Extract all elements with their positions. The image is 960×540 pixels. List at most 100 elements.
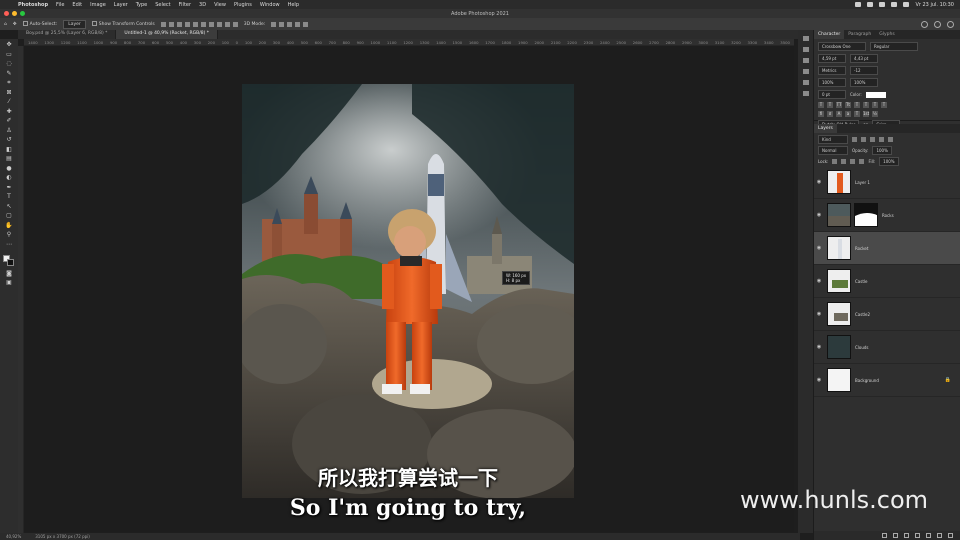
type-tool-icon[interactable]: T	[5, 194, 13, 200]
status-icon-2[interactable]	[867, 2, 874, 7]
font-style-select[interactable]: Regular	[870, 42, 918, 51]
layer-row-rocket[interactable]: ◉ Rocket	[814, 232, 960, 265]
status-icon-3[interactable]	[879, 2, 886, 7]
layer-row-background[interactable]: ◉ Background 🔒	[814, 364, 960, 397]
baseline-shift-field[interactable]: 0 pt	[818, 90, 846, 99]
menu-select[interactable]: Select	[151, 2, 174, 8]
lasso-tool-icon[interactable]: ◌	[5, 61, 13, 67]
new-group-icon[interactable]	[926, 533, 931, 538]
all-caps-button[interactable]: TT	[836, 102, 842, 108]
new-layer-icon[interactable]	[937, 533, 942, 538]
font-family-select[interactable]: Crossbow One	[818, 42, 866, 51]
lock-position-icon[interactable]	[841, 159, 847, 164]
menu-plugins[interactable]: Plugins	[230, 2, 256, 8]
blend-mode-select[interactable]: Normal	[818, 146, 848, 155]
superscript-button[interactable]: T	[854, 102, 860, 108]
subscript-button[interactable]: T	[863, 102, 869, 108]
properties-panel-icon[interactable]	[802, 47, 809, 52]
link-layers-icon[interactable]	[882, 533, 887, 538]
clone-stamp-icon[interactable]: ♙	[5, 127, 13, 134]
opacity-field[interactable]: 100%	[872, 146, 892, 155]
underline-button[interactable]: T	[872, 102, 878, 108]
visibility-eye-icon[interactable]: ◉	[814, 179, 824, 185]
menu-file[interactable]: File	[52, 2, 68, 8]
healing-brush-icon[interactable]: ✚	[5, 108, 13, 115]
document-size[interactable]: 3105 px x 3700 px (72 ppi)	[35, 534, 90, 539]
more-tools-icon[interactable]: ⋯	[5, 241, 13, 248]
layer-name[interactable]: Clouds	[855, 345, 869, 350]
home-icon[interactable]: ⌂	[4, 22, 7, 27]
ordinals-button[interactable]: 1st	[863, 111, 869, 117]
workspace-icon[interactable]	[934, 20, 941, 28]
layer-name[interactable]: Layer 1	[855, 180, 870, 185]
layer-name[interactable]: Background	[855, 378, 879, 383]
gradient-tool-icon[interactable]: ▤	[5, 156, 13, 162]
font-size-field[interactable]: 4,59 pt	[818, 54, 846, 63]
visibility-eye-icon[interactable]: ◉	[814, 278, 824, 284]
visibility-eye-icon[interactable]: ◉	[814, 377, 824, 383]
frame-tool-icon[interactable]: ⊠	[5, 89, 13, 96]
wifi-icon[interactable]	[891, 2, 898, 7]
document-canvas[interactable]	[242, 84, 574, 498]
layer-name[interactable]: Castle2	[855, 312, 870, 317]
background-color[interactable]	[7, 259, 14, 266]
tab-paragraph[interactable]: Paragraph	[844, 30, 875, 39]
fill-field[interactable]: 100%	[879, 157, 899, 166]
layer-row-rocks[interactable]: ◉ Rocks	[814, 199, 960, 232]
layer-mask-thumbnail[interactable]	[854, 203, 878, 227]
lock-pixels-icon[interactable]	[832, 159, 838, 164]
vertical-scale-field[interactable]: 100%	[818, 78, 846, 87]
menu-filter[interactable]: Filter	[175, 2, 195, 8]
delete-layer-icon[interactable]	[948, 533, 953, 538]
filter-pixel-icon[interactable]	[852, 137, 857, 142]
stylistic-button[interactable]: a	[845, 111, 851, 117]
menu-help[interactable]: Help	[284, 2, 303, 8]
faux-bold-button[interactable]: T	[818, 102, 824, 108]
menu-image[interactable]: Image	[86, 2, 110, 8]
history-panel-icon[interactable]	[802, 36, 809, 41]
text-panel-icon[interactable]	[802, 91, 809, 96]
layer-name[interactable]: Rocket	[855, 246, 868, 251]
menu-layer[interactable]: Layer	[110, 2, 132, 8]
small-caps-button[interactable]: Tt	[845, 102, 851, 108]
tab-character[interactable]: Character	[814, 30, 845, 39]
filter-type-icon[interactable]	[870, 137, 875, 142]
crop-tool-icon[interactable]: ⌗	[5, 80, 13, 86]
tab-untitled-1[interactable]: Untitled-1 @ 40,9% (Rocket, RGB/8) *	[116, 30, 219, 39]
leading-field[interactable]: 4,43 pt	[850, 54, 878, 63]
oldstyle-button[interactable]: σ	[827, 111, 833, 117]
menu-type[interactable]: Type	[132, 2, 151, 8]
auto-select-target-dropdown[interactable]: Layer	[63, 19, 86, 29]
strikethrough-button[interactable]: T	[881, 102, 887, 108]
layer-filter-select[interactable]: Kind	[818, 135, 848, 144]
quick-mask-icon[interactable]: ◙	[5, 270, 13, 277]
zoom-tool-icon[interactable]: ⚲	[5, 232, 13, 238]
visibility-eye-icon[interactable]: ◉	[814, 344, 824, 350]
share-icon[interactable]	[947, 20, 954, 28]
quick-select-tool-icon[interactable]: ✎	[5, 70, 13, 77]
brush-tool-icon[interactable]: ✐	[5, 118, 13, 124]
search-icon[interactable]	[903, 2, 910, 7]
3d-mode-icons[interactable]	[271, 21, 309, 27]
lock-artboard-icon[interactable]	[850, 159, 856, 164]
adjustment-layer-icon[interactable]	[915, 533, 920, 538]
layer-name[interactable]: Rocks	[882, 213, 894, 218]
tracking-field[interactable]: -12	[850, 66, 878, 75]
adjustments-panel-icon[interactable]	[802, 58, 809, 63]
layer-row-clouds[interactable]: ◉ Clouds	[814, 331, 960, 364]
menu-view[interactable]: View	[210, 2, 230, 8]
show-transform-checkbox[interactable]: Show Transform Controls	[91, 21, 155, 27]
color-swatches[interactable]	[3, 255, 15, 267]
fractions-button[interactable]: ½	[872, 111, 878, 117]
align-icons[interactable]	[160, 21, 238, 27]
libraries-panel-icon[interactable]	[802, 80, 809, 85]
layer-name[interactable]: Castle	[855, 279, 867, 284]
kerning-field[interactable]: Metrics	[818, 66, 846, 75]
blur-tool-icon[interactable]: ●	[5, 165, 13, 172]
menubar-clock[interactable]: Vr 23 jul. 10:30	[915, 2, 954, 8]
menu-app-photoshop[interactable]: Photoshop	[14, 2, 52, 8]
add-mask-icon[interactable]	[904, 533, 909, 538]
visibility-eye-icon[interactable]: ◉	[814, 212, 824, 218]
filter-adjust-icon[interactable]	[861, 137, 866, 142]
filter-smart-icon[interactable]	[888, 137, 893, 142]
